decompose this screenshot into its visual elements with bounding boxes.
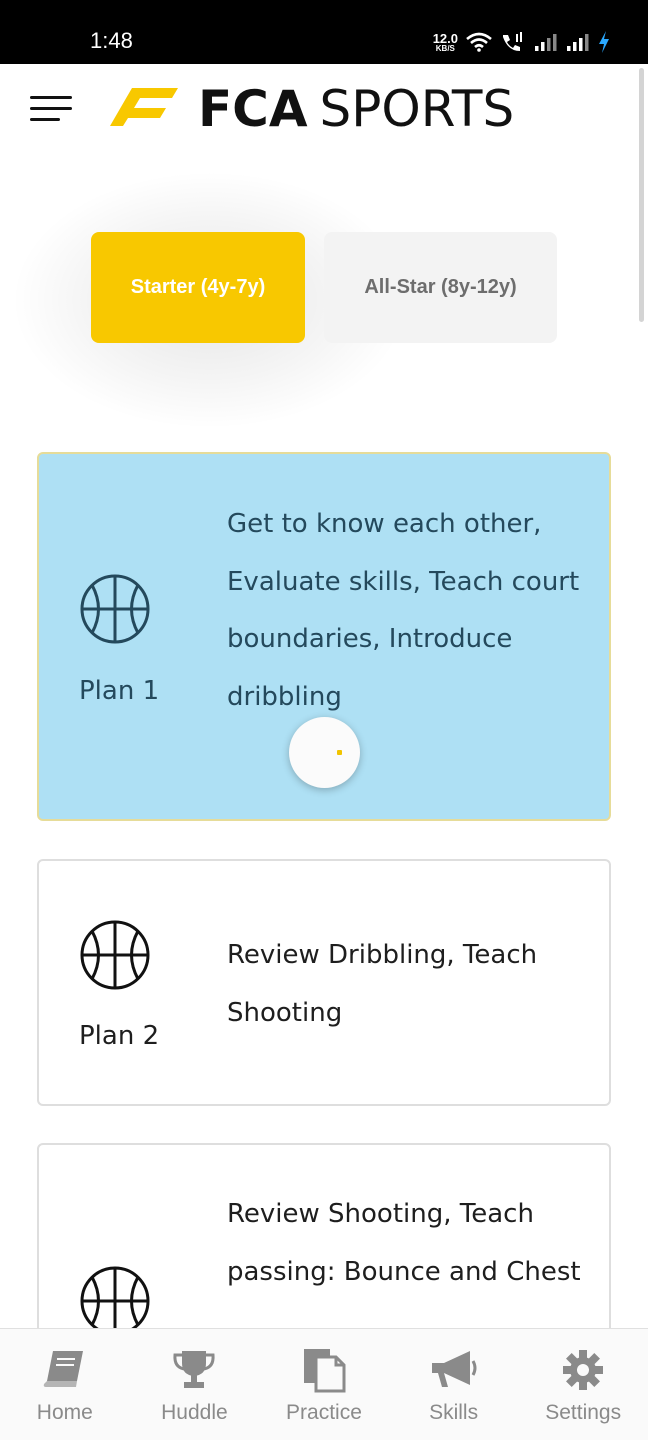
menu-line <box>30 107 72 110</box>
nav-practice-label: Practice <box>286 1401 362 1424</box>
plan-label: Plan 1 <box>79 676 160 706</box>
plan-description: Review Dribbling, Teach Shooting <box>227 940 538 1028</box>
spinner-dot <box>337 750 342 755</box>
nav-huddle-label: Huddle <box>161 1401 228 1424</box>
basketball-icon <box>80 574 150 644</box>
nav-settings[interactable]: Settings <box>518 1329 648 1440</box>
status-bar: 1:48 12.0 KB/S <box>0 0 648 64</box>
plan-description: Get to know each other, Evaluate skills,… <box>227 509 580 712</box>
hamburger-menu-button[interactable] <box>30 94 74 124</box>
basketball-icon <box>80 1266 150 1336</box>
trophy-icon <box>172 1347 216 1393</box>
app-logo-text: FCA SPORTS <box>198 80 514 138</box>
logo-text-sports: SPORTS <box>319 80 515 138</box>
page-scrollbar[interactable] <box>639 68 644 322</box>
nav-home-label: Home <box>36 1401 93 1424</box>
app-header: FCA SPORTS <box>0 64 648 154</box>
signal-icon-sim1 <box>535 34 557 51</box>
nav-home[interactable]: Home <box>0 1329 130 1440</box>
volte-call-icon <box>503 32 522 51</box>
megaphone-icon <box>430 1347 478 1393</box>
basketball-icon <box>80 920 150 990</box>
plan-label: Plan 2 <box>79 1021 160 1051</box>
charging-icon <box>599 31 609 53</box>
nav-practice[interactable]: Practice <box>259 1329 389 1440</box>
menu-line <box>30 118 60 121</box>
network-speed: 12.0 KB/S <box>433 32 458 53</box>
bottom-navigation: Home Huddle Practice Skills Settings <box>0 1328 648 1440</box>
nav-skills-label: Skills <box>429 1401 479 1424</box>
loading-spinner <box>289 717 360 788</box>
network-speed-value: 12.0 <box>432 30 458 46</box>
nav-settings-label: Settings <box>545 1401 622 1424</box>
signal-icon-sim2 <box>567 34 589 51</box>
status-time: 1:48 <box>90 28 133 53</box>
status-icons: 12.0 KB/S <box>433 30 610 54</box>
document-icon <box>302 1347 346 1393</box>
plan-description: Review Shooting, Teach passing: Bounce a… <box>227 1199 581 1287</box>
wifi-icon <box>466 32 492 52</box>
tab-starter[interactable]: Starter (4y-7y) <box>91 232 305 343</box>
network-speed-unit: KB/S <box>435 43 455 53</box>
nav-huddle[interactable]: Huddle <box>130 1329 260 1440</box>
book-icon <box>43 1347 87 1393</box>
plan-card-2[interactable]: Plan 2 Review Dribbling, Teach Shooting <box>37 859 611 1106</box>
tab-all-star[interactable]: All-Star (8y-12y) <box>324 232 557 343</box>
menu-line <box>30 96 72 99</box>
logo-text-fca: FCA <box>198 80 308 138</box>
fca-logo-icon <box>110 88 178 126</box>
gear-icon <box>562 1347 604 1393</box>
nav-skills[interactable]: Skills <box>389 1329 519 1440</box>
